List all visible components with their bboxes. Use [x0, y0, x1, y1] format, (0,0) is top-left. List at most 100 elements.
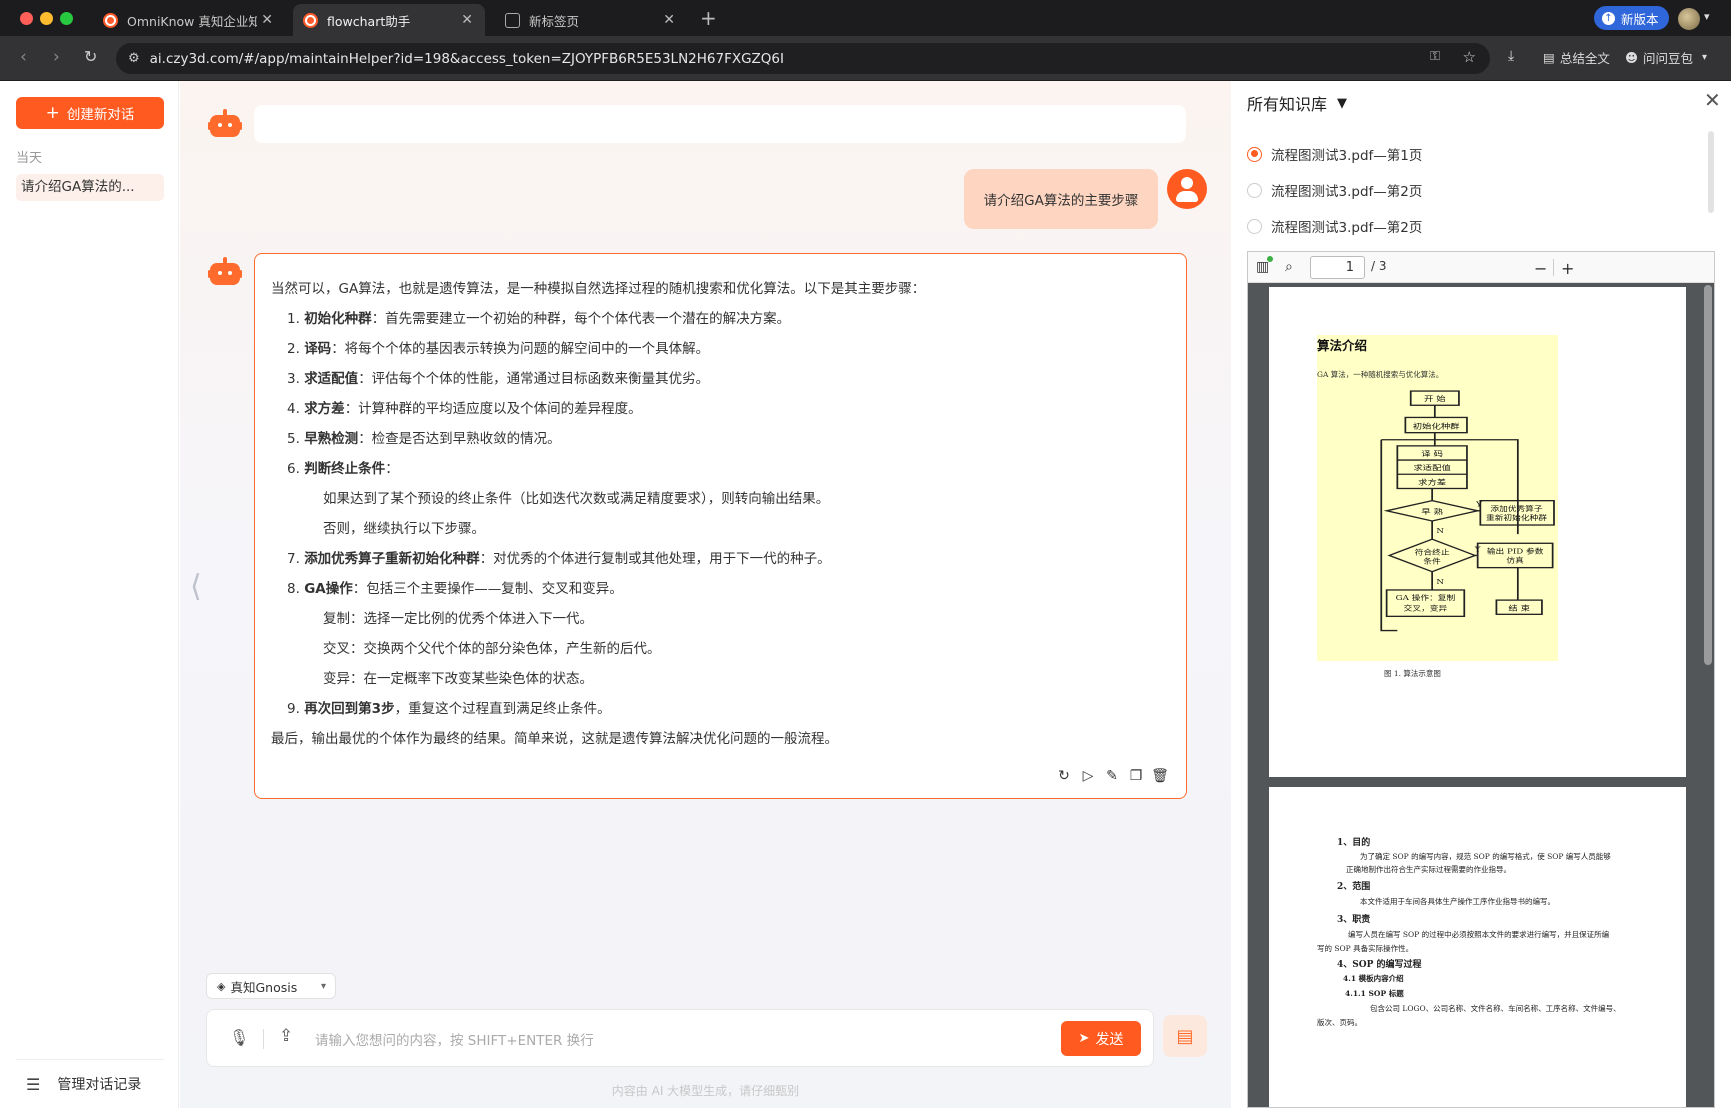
tab-title: OmniKnow 真知企业知	[127, 13, 257, 29]
reload-icon[interactable]: ↻	[84, 47, 97, 66]
flow-label: 初始化种群	[1413, 422, 1460, 431]
address-bar[interactable]: ⚙ ai.czy3d.com/#/app/maintainHelper?id=1…	[116, 43, 1490, 74]
browser-toolbar: ‹ › ↻ ⚙ ai.czy3d.com/#/app/maintainHelpe…	[0, 36, 1731, 81]
upload-icon[interactable]: ⇪	[279, 1026, 293, 1046]
answer-step: 8. GA操作：包括三个主要操作——复制、交叉和变异。	[287, 581, 623, 597]
flow-label: Y	[1475, 501, 1483, 509]
pdf-page-2: 1、目的 为了确定 SOP 的编写内容，规范 SOP 的编写格式，使 SOP 编…	[1269, 787, 1686, 1107]
chevron-down-icon: ▾	[1702, 52, 1708, 63]
forward-icon[interactable]: ›	[53, 47, 60, 67]
source-option[interactable]: 流程图测试3.pdf—第1页	[1247, 144, 1422, 164]
sidebar-divider	[16, 1059, 164, 1060]
browser-tab-newtab[interactable]: 新标签页 ✕	[495, 4, 687, 36]
close-panel-icon[interactable]: ✕	[1704, 88, 1721, 112]
answer-step: 6. 判断终止条件：	[287, 461, 399, 477]
copy-icon[interactable]: ❐	[1124, 768, 1148, 784]
message-input-placeholder[interactable]: 请输入您想问的内容，按 SHIFT+ENTER 换行	[315, 1029, 594, 1049]
radio-icon	[1247, 218, 1262, 234]
summarize-button[interactable]: ▤ 总结全文	[1543, 48, 1610, 67]
caret-down-icon: ▼	[1337, 95, 1348, 111]
answer-bullet: 复制：选择一定比例的优秀个体进入下一代。	[323, 611, 593, 627]
zoom-out-icon[interactable]: −	[1534, 259, 1547, 278]
document-icon: ▤	[1543, 50, 1555, 65]
flow-label: 求方差	[1418, 478, 1446, 487]
profile-avatar[interactable]	[1678, 8, 1700, 30]
flow-label: 结 束	[1508, 603, 1530, 612]
close-tab-icon[interactable]: ✕	[663, 12, 675, 28]
ask-label: 问问豆包	[1643, 51, 1694, 66]
bookmark-star-icon[interactable]: ☆	[1463, 48, 1476, 66]
ga-flowchart: 开 始 初始化种群 译 码 求适配值 求方差 早 熟 添加优秀算子 重新初始化种…	[1380, 390, 1555, 632]
manage-history-label: 管理对话记录	[57, 1077, 142, 1093]
collapse-panel-icon[interactable]: ⟨	[190, 569, 202, 604]
minimize-window-button[interactable]	[40, 12, 53, 25]
flow-label: N	[1436, 578, 1444, 586]
flow-label: 仿真	[1506, 556, 1524, 565]
flow-label: N	[1436, 527, 1444, 535]
ask-doubao-button[interactable]: ☻ 问问豆包 ▾	[1625, 48, 1707, 67]
close-window-button[interactable]	[20, 12, 33, 25]
delete-icon[interactable]: 🗑	[1148, 768, 1172, 784]
answer-step: 7. 添加优秀算子重新初始化种群：对优秀的个体进行复制或其他处理，用于下一代的种…	[287, 551, 831, 567]
send-label: 发送	[1095, 1031, 1124, 1048]
edit-icon[interactable]: ✎	[1100, 768, 1124, 784]
source-option[interactable]: 流程图测试3.pdf—第2页	[1247, 180, 1422, 200]
pdf-text-line: 包含公司 LOGO、公司名称、文件名称、车间名称、工序名称、文件编号、	[1370, 1004, 1621, 1013]
new-chat-button[interactable]: + 创建新对话	[16, 97, 164, 129]
key-icon[interactable]: ⚿	[1430, 49, 1440, 64]
source-option[interactable]: 流程图测试3.pdf—第2页	[1247, 216, 1422, 236]
summarize-label: 总结全文	[1559, 51, 1610, 66]
play-audio-icon[interactable]: ▷	[1076, 768, 1100, 784]
microphone-icon[interactable]: 🎙	[229, 1028, 249, 1047]
back-icon[interactable]: ‹	[20, 47, 27, 67]
flow-label: 输出 PID 参数	[1487, 547, 1544, 556]
maximize-window-button[interactable]	[60, 12, 73, 25]
knowledge-base-icon: ◈	[217, 979, 226, 993]
pdf-heading: 算法介绍	[1317, 338, 1368, 353]
knowledge-base-select[interactable]: ◈ 真知Gnosis ▾	[206, 973, 336, 999]
tab-title: flowchart助手	[327, 13, 411, 29]
pdf-text-line: 2、范围	[1337, 882, 1371, 892]
download-icon[interactable]: ⤓	[1508, 48, 1514, 64]
flow-label: 重新初始化种群	[1486, 513, 1547, 522]
new-version-button[interactable]: ↑ 新版本	[1594, 6, 1669, 30]
pdf-text-line: 4.1.1 SOP 标题	[1345, 989, 1404, 998]
knowledge-base-dropdown[interactable]: 所有知识库 ▼	[1247, 91, 1347, 115]
new-tab-plus-icon[interactable]: +	[700, 6, 717, 30]
message-input-box[interactable]: 🎙 ⇪ 请输入您想问的内容，按 SHIFT+ENTER 换行 ➤ 发送	[206, 1009, 1154, 1067]
close-tab-icon[interactable]: ✕	[261, 12, 273, 28]
answer-step: 4. 求方差：计算种群的平均适应度以及个体间的差异程度。	[287, 401, 642, 417]
sidebar: + 创建新对话 当天 请介绍GA算法的... ☰ 管理对话记录	[0, 81, 179, 1108]
pdf-text-line: 3、职责	[1337, 915, 1371, 925]
answer-bullet: 变异：在一定概率下改变某些染色体的状态。	[323, 671, 593, 687]
manage-history-button[interactable]: ☰ 管理对话记录	[26, 1074, 141, 1094]
radio-icon	[1247, 182, 1262, 198]
browser-tab-flowchart[interactable]: flowchart助手 ✕	[293, 4, 485, 36]
new-version-label: 新版本	[1621, 11, 1659, 27]
chevron-down-icon[interactable]: ▾	[1704, 10, 1710, 23]
regenerate-icon[interactable]: ↻	[1052, 768, 1076, 784]
source-list-scrollbar[interactable]	[1708, 131, 1714, 213]
zoom-in-icon[interactable]: +	[1561, 259, 1574, 278]
bot-message-empty	[254, 105, 1186, 143]
answer-step: 5. 早熟检测：检查是否达到早熟收敛的情况。	[287, 431, 561, 447]
page-number-input[interactable]: 1	[1310, 256, 1365, 279]
close-tab-icon[interactable]: ✕	[461, 12, 473, 28]
search-icon[interactable]: ⌕	[1285, 259, 1293, 275]
document-icon: ▤	[1176, 1025, 1194, 1047]
browser-tab-omniknow[interactable]: OmniKnow 真知企业知 ✕	[93, 4, 285, 36]
knowledge-panel: 所有知识库 ▼ ✕ 流程图测试3.pdf—第1页 流程图测试3.pdf—第2页 …	[1231, 81, 1731, 1108]
pdf-text-line: 本文件适用于车间各具体生产操作工序作业指导书的编写。	[1360, 897, 1555, 906]
sidebar-toggle-icon[interactable]: ▥	[1256, 256, 1274, 275]
document-panel-button[interactable]: ▤	[1163, 1015, 1207, 1057]
site-settings-icon[interactable]: ⚙	[128, 51, 140, 66]
send-button[interactable]: ➤ 发送	[1061, 1021, 1141, 1056]
app: + 创建新对话 当天 请介绍GA算法的... ☰ 管理对话记录 ⟨ 请介绍GA算…	[0, 81, 1731, 1108]
flow-label: GA 操作：复制	[1396, 593, 1456, 602]
history-item[interactable]: 请介绍GA算法的...	[16, 174, 164, 201]
divider	[263, 1029, 264, 1049]
pdf-scrollbar[interactable]	[1704, 285, 1712, 665]
answer-bullet: 交叉：交换两个父代个体的部分染色体，产生新的后代。	[323, 641, 661, 657]
answer-toolbar: ↻ ▷ ✎ ❐ 🗑	[1052, 768, 1172, 784]
flow-label: 开 始	[1424, 394, 1446, 403]
